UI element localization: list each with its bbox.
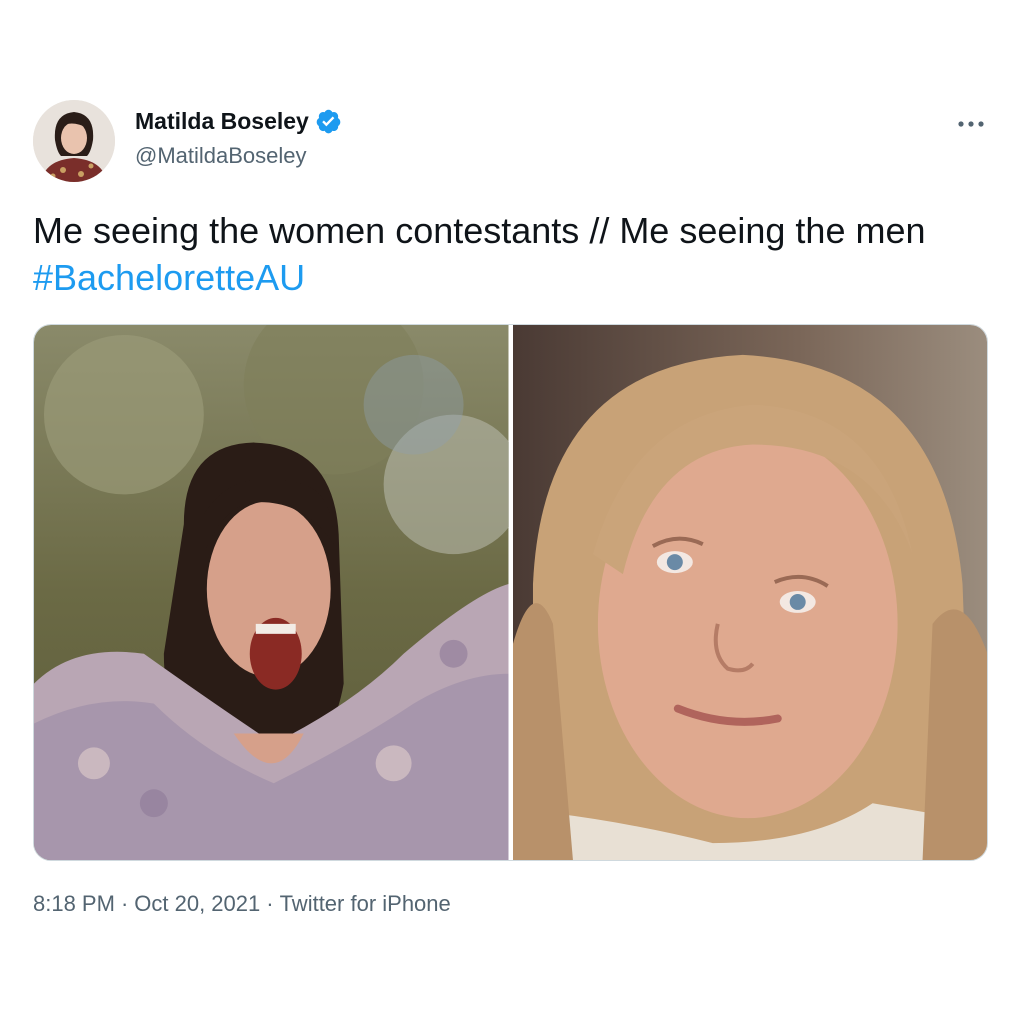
author-handle[interactable]: @MatildaBoseley bbox=[135, 143, 307, 169]
tweet-card: Matilda Boseley @MatildaBoseley Me seein… bbox=[0, 0, 1024, 1024]
more-options-button[interactable] bbox=[951, 110, 991, 138]
hashtag-link[interactable]: #BacheloretteAU bbox=[33, 257, 305, 298]
tweet-media bbox=[33, 324, 988, 861]
meta-separator: · bbox=[266, 891, 274, 916]
tweet-meta: 8:18 PM · Oct 20, 2021 · Twitter for iPhone bbox=[33, 891, 451, 917]
screaming-woman-image bbox=[34, 325, 509, 860]
tweet-date[interactable]: Oct 20, 2021 bbox=[134, 891, 260, 916]
photo-right[interactable] bbox=[512, 325, 987, 860]
tweet-text: Me seeing the women contestants // Me se… bbox=[33, 207, 983, 301]
author-display-name[interactable]: Matilda Boseley bbox=[135, 108, 309, 135]
photo-left[interactable] bbox=[34, 325, 509, 860]
author-name-row: Matilda Boseley bbox=[135, 108, 342, 135]
tweet-body: Me seeing the women contestants // Me se… bbox=[33, 210, 926, 251]
avatar-image bbox=[33, 100, 115, 182]
meta-separator: · bbox=[120, 891, 129, 916]
tweet-source[interactable]: Twitter for iPhone bbox=[280, 891, 451, 916]
tweet-time[interactable]: 8:18 PM bbox=[33, 891, 115, 916]
verified-badge-icon bbox=[316, 109, 341, 134]
more-horizontal-icon bbox=[958, 121, 984, 127]
neutral-woman-image bbox=[512, 325, 987, 860]
avatar[interactable] bbox=[33, 100, 115, 182]
